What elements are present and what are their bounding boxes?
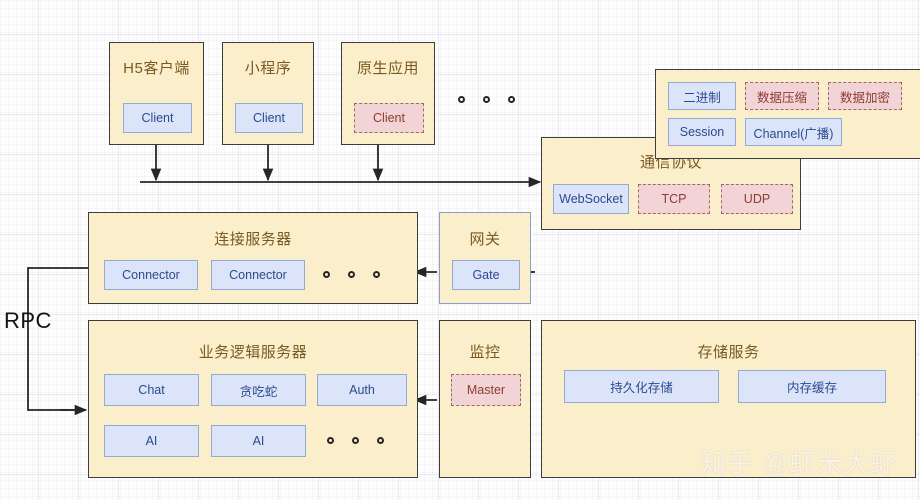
watermark: 知乎 @虾米大虾 [700,448,898,478]
group-h5-client[interactable]: H5客户端 Client [109,42,204,145]
group-title: 连接服务器 [214,231,292,248]
group-protocol-features[interactable]: 二进制 数据压缩 数据加密 Session Channel(广播) [655,69,920,159]
ellipsis-dot [373,271,380,278]
group-monitor[interactable]: 监控 Master [439,320,531,478]
ellipsis-dot [458,96,465,103]
node-snake-game[interactable]: 贪吃蛇 [211,374,306,406]
group-title: 小程序 [244,60,292,77]
node-tcp[interactable]: TCP [638,184,710,214]
group-title: 存储服务 [697,344,760,361]
ellipsis-dot [348,271,355,278]
node-ai[interactable]: AI [104,425,199,457]
group-native-app[interactable]: 原生应用 Client [341,42,435,145]
ellipsis-dot [323,271,330,278]
group-title: 业务逻辑服务器 [198,344,308,361]
node-auth[interactable]: Auth [317,374,407,406]
node-udp[interactable]: UDP [721,184,793,214]
node-websocket[interactable]: WebSocket [553,184,629,214]
node-channel[interactable]: Channel(广播) [745,118,842,146]
ellipsis-dot [508,96,515,103]
node-persistent-storage[interactable]: 持久化存储 [564,370,719,403]
node-data-encryption[interactable]: 数据加密 [828,82,902,110]
node-data-compression[interactable]: 数据压缩 [745,82,819,110]
group-title: 网关 [469,231,501,248]
node-gate[interactable]: Gate [452,260,520,290]
node-session[interactable]: Session [668,118,736,146]
diagram-canvas: H5客户端 Client 小程序 Client 原生应用 Client 通信协议… [0,0,920,500]
node-chat[interactable]: Chat [104,374,199,406]
node-client[interactable]: Client [354,103,424,133]
group-gateway[interactable]: 网关 Gate [439,212,531,304]
node-ai[interactable]: AI [211,425,306,457]
ellipsis-dot [327,437,334,444]
ellipsis-dot [483,96,490,103]
node-connector[interactable]: Connector [104,260,198,290]
ellipsis-dot [377,437,384,444]
node-binary[interactable]: 二进制 [668,82,736,110]
group-title: 原生应用 [356,60,419,77]
group-business-server[interactable]: 业务逻辑服务器 Chat 贪吃蛇 Auth AI AI [88,320,418,478]
node-client[interactable]: Client [235,103,303,133]
ellipsis-dot [352,437,359,444]
node-memory-cache[interactable]: 内存缓存 [738,370,886,403]
node-connector[interactable]: Connector [211,260,305,290]
group-connection-server[interactable]: 连接服务器 Connector Connector [88,212,418,304]
node-client[interactable]: Client [123,103,192,133]
group-mini-program[interactable]: 小程序 Client [222,42,314,145]
rpc-label: RPC [4,308,52,333]
node-master[interactable]: Master [451,374,521,406]
group-title: 监控 [469,344,501,361]
group-title: H5客户端 [123,60,190,77]
